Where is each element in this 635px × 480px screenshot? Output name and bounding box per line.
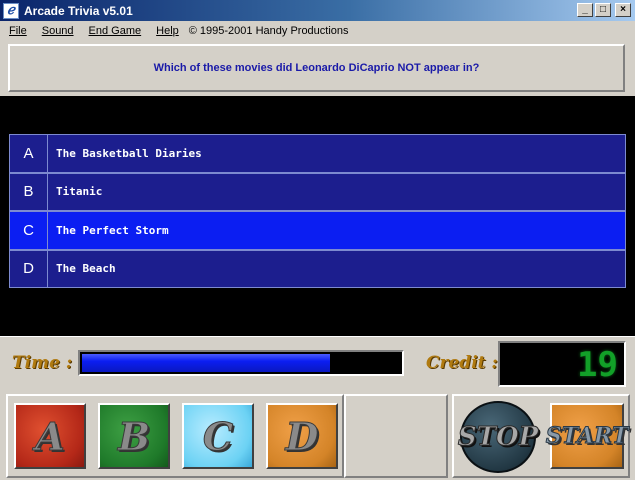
answer-c-button-label: C [202,413,234,459]
app-window: ℯ Arcade Trivia v5.01 _ □ × File Sound E… [0,0,635,480]
title-bar[interactable]: ℯ Arcade Trivia v5.01 _ □ × [0,0,635,21]
credit-display: 19 [498,341,626,387]
answer-text: Titanic [56,185,103,199]
time-label: Time : [12,353,73,373]
question-text: Which of these movies did Leonardo DiCap… [153,62,480,74]
menu-help[interactable]: Help [147,25,185,37]
answer-list: A The Basketball Diaries B Titanic C The… [9,134,626,288]
copyright-text: © 1995-2001 Handy Productions [188,24,349,37]
answer-option-a[interactable]: A The Basketball Diaries [9,134,626,173]
credit-value: 19 [577,345,618,385]
answer-buttons-panel: A B C D [6,394,344,478]
maximize-button[interactable]: □ [595,3,611,17]
answer-b-button-label: B [117,413,151,459]
stop-button-label: STOP [457,422,539,453]
credit-label: Credit : [426,353,498,373]
menu-end-game-label: End Game [88,24,142,37]
menu-sound[interactable]: Sound [33,25,80,37]
blank-panel [344,394,448,478]
control-buttons-panel: STOP START [452,394,630,478]
minimize-button[interactable]: _ [577,3,593,17]
answer-letter: C [10,212,48,249]
window-title: Arcade Trivia v5.01 [24,3,133,18]
answer-option-c[interactable]: C The Perfect Storm [9,211,626,250]
answer-b-button[interactable]: B [98,403,170,469]
stop-button[interactable]: STOP [457,401,539,473]
close-button[interactable]: × [615,3,631,17]
start-button-label: START [545,423,629,450]
answer-a-button-label: A [35,413,66,459]
arcade-trivia-icon[interactable]: ℯ [3,2,19,19]
game-area: A The Basketball Diaries B Titanic C The… [0,96,635,336]
window-controls: _ □ × [577,3,631,17]
answer-option-b[interactable]: B Titanic [9,172,626,211]
time-bar-fill [82,354,331,372]
button-bar: A B C D STOP START [0,392,635,480]
answer-d-button-label: D [285,413,319,459]
answer-text: The Basketball Diaries [56,146,202,160]
answer-d-button[interactable]: D [266,403,338,469]
answer-text: The Beach [56,262,116,276]
status-bar: Time : Credit : 19 [0,336,635,390]
answer-letter: A [10,135,48,172]
question-panel: Which of these movies did Leonardo DiCap… [8,44,625,92]
answer-letter: D [10,250,48,287]
menu-bar: File Sound End Game Help © 1995-2001 Han… [0,21,635,40]
start-button[interactable]: START [545,403,629,469]
answer-option-d[interactable]: D The Beach [9,249,626,288]
answer-text: The Perfect Storm [56,223,169,237]
answer-letter: B [10,173,48,210]
answer-c-button[interactable]: C [182,403,254,469]
menu-sound-label: Sound [41,24,74,37]
menu-help-label: Help [156,24,179,37]
time-bar [78,350,404,376]
menu-file-label: File [9,24,27,37]
answer-a-button[interactable]: A [14,403,86,469]
menu-end-game[interactable]: End Game [80,25,148,37]
menu-file[interactable]: File [0,25,33,37]
